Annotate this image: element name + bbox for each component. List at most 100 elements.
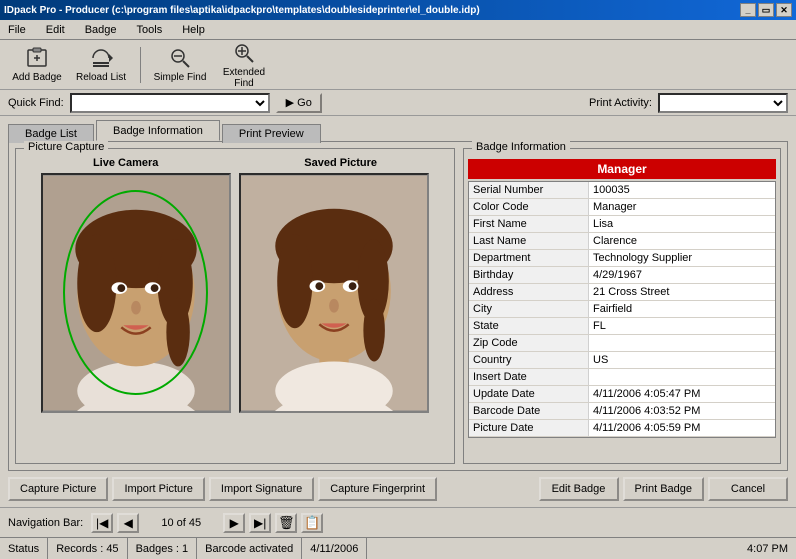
picture-capture-panel: Picture Capture Live Camera Saved Pictur…: [15, 148, 455, 464]
simple-find-button[interactable]: Simple Find: [151, 44, 209, 86]
field-value: Manager: [589, 199, 775, 216]
badge-info-panel: Badge Information Manager Serial Number1…: [463, 148, 781, 464]
saved-picture-image: [241, 173, 427, 413]
import-signature-button[interactable]: Import Signature: [209, 477, 314, 501]
menu-file[interactable]: File: [4, 22, 30, 38]
nav-record-info: 10 of 45: [151, 517, 211, 529]
field-label: Zip Code: [469, 335, 589, 352]
table-row: Insert Date: [469, 369, 775, 386]
field-value: 4/29/1967: [589, 267, 775, 284]
right-buttons: Edit Badge Print Badge Cancel: [539, 477, 788, 501]
field-label: Barcode Date: [469, 403, 589, 420]
extended-find-button[interactable]: Extended Find: [215, 44, 273, 86]
add-badge-button[interactable]: Add Badge: [8, 44, 66, 86]
tabs-bar: Badge List Badge Information Print Previ…: [0, 116, 796, 141]
menu-tools[interactable]: Tools: [133, 22, 167, 38]
tab-badge-information[interactable]: Badge Information: [96, 120, 220, 141]
print-activity-label: Print Activity:: [589, 97, 652, 109]
window-title: IDpack Pro - Producer (c:\program files\…: [4, 5, 480, 16]
table-row: DepartmentTechnology Supplier: [469, 250, 775, 267]
live-camera-header: Live Camera: [93, 157, 158, 169]
status-status: Status: [0, 538, 48, 559]
picture-headers: Live Camera Saved Picture: [20, 157, 450, 169]
reload-list-button[interactable]: Reload List: [72, 44, 130, 86]
nav-delete-button[interactable]: 🗑: [275, 513, 297, 533]
menu-help[interactable]: Help: [178, 22, 209, 38]
table-row: First NameLisa: [469, 216, 775, 233]
field-label: Serial Number: [469, 182, 589, 199]
nav-last-button[interactable]: ▶|: [249, 513, 271, 533]
menu-edit[interactable]: Edit: [42, 22, 69, 38]
reload-list-label: Reload List: [76, 72, 126, 83]
reload-icon: [89, 46, 113, 70]
field-value: Clarence: [589, 233, 775, 250]
field-label: Address: [469, 284, 589, 301]
nav-prev-button[interactable]: ◀: [117, 513, 139, 533]
field-label: Insert Date: [469, 369, 589, 386]
simple-find-icon: [168, 46, 192, 70]
status-badges: Badges : 1: [128, 538, 198, 559]
capture-fingerprint-button[interactable]: Capture Fingerprint: [318, 477, 437, 501]
field-value: 100035: [589, 182, 775, 199]
extended-find-icon: [232, 41, 256, 65]
table-row: Address21 Cross Street: [469, 284, 775, 301]
field-label: State: [469, 318, 589, 335]
field-label: Last Name: [469, 233, 589, 250]
field-label: Color Code: [469, 199, 589, 216]
quickfind-dropdown[interactable]: [70, 93, 270, 113]
table-row: Serial Number100035: [469, 182, 775, 199]
field-label: Update Date: [469, 386, 589, 403]
import-picture-button[interactable]: Import Picture: [112, 477, 204, 501]
field-label: First Name: [469, 216, 589, 233]
capture-picture-button[interactable]: Capture Picture: [8, 477, 108, 501]
nav-next-button[interactable]: ▶: [223, 513, 245, 533]
close-button[interactable]: ✕: [776, 3, 792, 17]
badge-info-table: Serial Number100035Color CodeManagerFirs…: [468, 181, 776, 438]
field-value: 4/11/2006 4:05:47 PM: [589, 386, 775, 403]
left-buttons: Capture Picture Import Picture Import Si…: [8, 477, 437, 501]
field-label: Country: [469, 352, 589, 369]
table-row: CountryUS: [469, 352, 775, 369]
menu-badge[interactable]: Badge: [81, 22, 121, 38]
live-camera-image: [43, 173, 229, 413]
table-row: CityFairfield: [469, 301, 775, 318]
field-value: [589, 369, 775, 386]
nav-bar: Navigation Bar: |◀ ◀ 10 of 45 ▶ ▶| 🗑 📋: [0, 507, 796, 537]
quickfind-label: Quick Find:: [8, 97, 64, 109]
window-controls: _ ▭ ✕: [740, 3, 792, 17]
field-value: 4/11/2006 4:05:59 PM: [589, 420, 775, 437]
menu-bar: File Edit Badge Tools Help: [0, 20, 796, 40]
add-badge-icon: [25, 46, 49, 70]
toolbar: Add Badge Reload List Simple Find: [0, 40, 796, 90]
minimize-button[interactable]: _: [740, 3, 756, 17]
field-value: Fairfield: [589, 301, 775, 318]
go-button[interactable]: ▶ Go: [276, 93, 322, 113]
status-records: Records : 45: [48, 538, 127, 559]
tab-print-preview[interactable]: Print Preview: [222, 124, 321, 143]
saved-picture-header: Saved Picture: [304, 157, 377, 169]
field-label: Department: [469, 250, 589, 267]
table-row: Color CodeManager: [469, 199, 775, 216]
table-row: Zip Code: [469, 335, 775, 352]
badge-info-header: Manager: [468, 159, 776, 179]
picture-capture-legend: Picture Capture: [24, 141, 108, 153]
cancel-button[interactable]: Cancel: [708, 477, 788, 501]
status-barcode: Barcode activated: [197, 538, 302, 559]
extended-find-label: Extended Find: [216, 67, 272, 89]
simple-find-label: Simple Find: [154, 72, 207, 83]
field-label: City: [469, 301, 589, 318]
table-row: Birthday4/29/1967: [469, 267, 775, 284]
print-badge-button[interactable]: Print Badge: [623, 477, 704, 501]
add-badge-label: Add Badge: [12, 72, 62, 83]
pictures-row: [20, 173, 450, 413]
table-row: Barcode Date4/11/2006 4:03:52 PM: [469, 403, 775, 420]
bottom-buttons: Capture Picture Import Picture Import Si…: [0, 471, 796, 507]
print-activity-select[interactable]: [658, 93, 788, 113]
table-row: Update Date4/11/2006 4:05:47 PM: [469, 386, 775, 403]
edit-badge-button[interactable]: Edit Badge: [539, 477, 619, 501]
restore-button[interactable]: ▭: [758, 3, 774, 17]
field-value: 21 Cross Street: [589, 284, 775, 301]
nav-first-button[interactable]: |◀: [91, 513, 113, 533]
status-date: 4/11/2006: [302, 538, 367, 559]
nav-clipboard-button[interactable]: 📋: [301, 513, 323, 533]
